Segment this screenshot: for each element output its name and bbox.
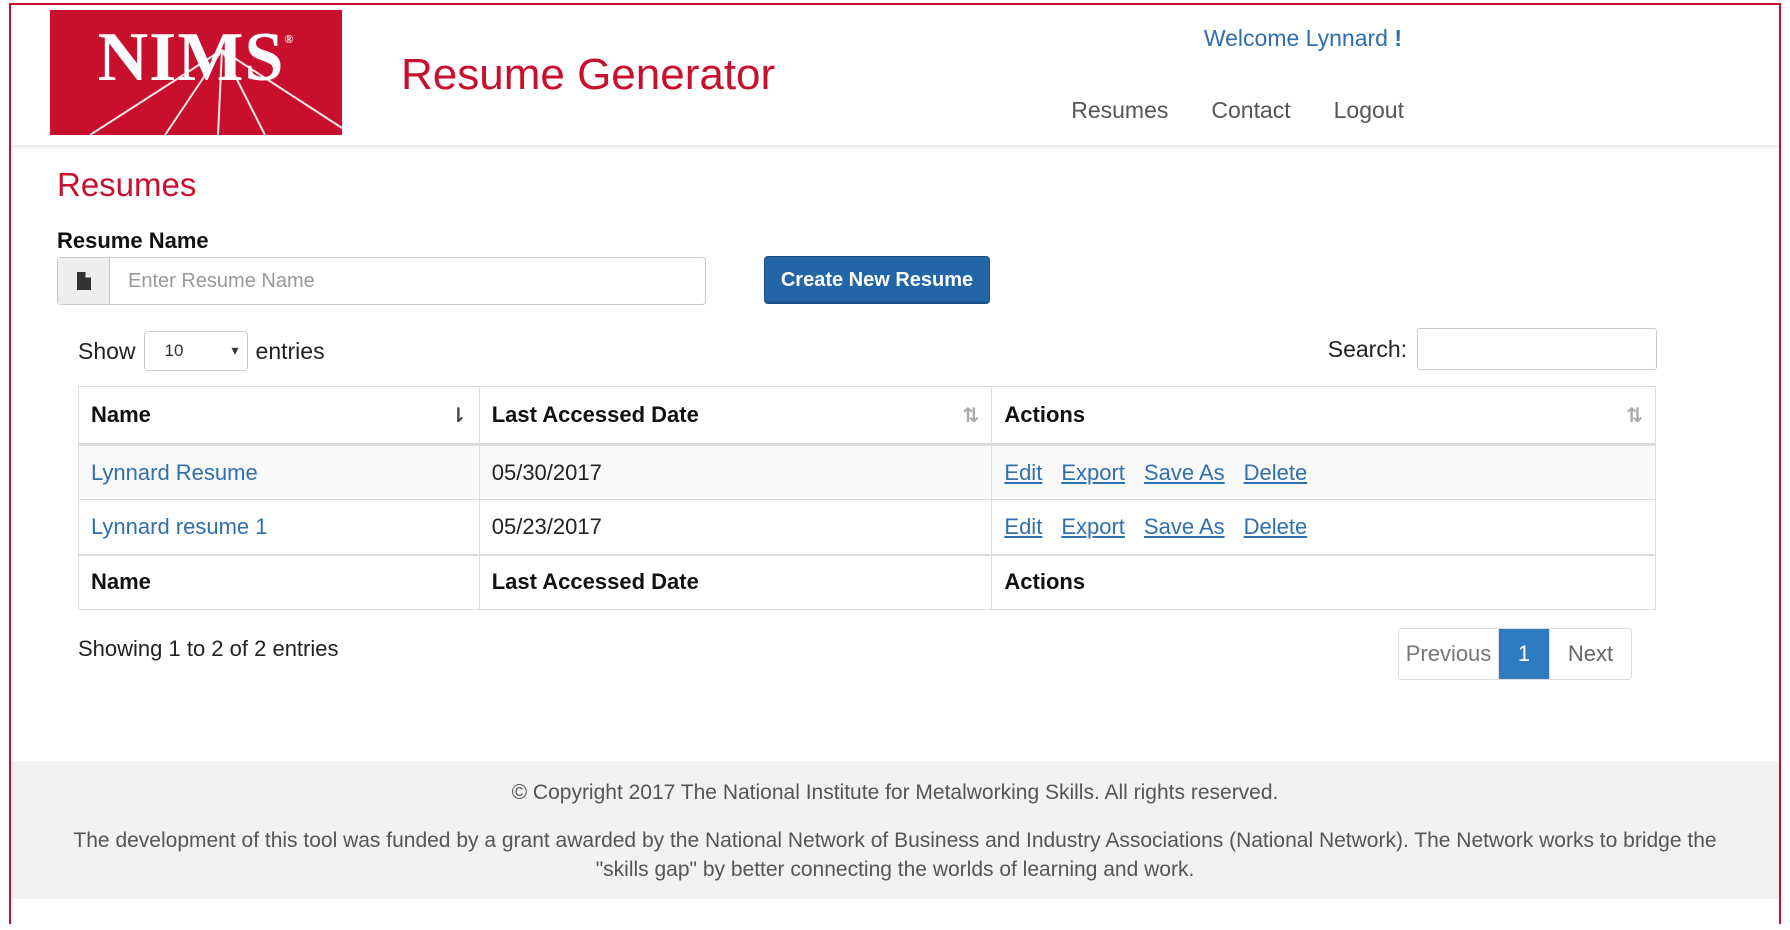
footer-column-actions: Actions [991, 553, 1656, 610]
nav-contact[interactable]: Contact [1211, 97, 1290, 124]
entries-label: entries [255, 337, 325, 364]
next-page-button[interactable]: Next [1549, 629, 1631, 679]
column-header-name[interactable]: Name ⇂ [78, 386, 480, 446]
main-nav: Resumes Contact Logout [1071, 97, 1404, 124]
save-as-link[interactable]: Save As [1144, 460, 1225, 485]
resume-link[interactable]: Lynnard Resume [91, 460, 258, 485]
footer-column-name: Name [78, 553, 480, 610]
delete-link[interactable]: Delete [1244, 514, 1308, 539]
table-search: Search: [1328, 328, 1657, 370]
table-footer-row: Name Last Accessed Date Actions [78, 553, 1656, 610]
table-row: Lynnard Resume 05/30/2017 Edit Export Save… [78, 444, 1656, 500]
previous-page-button[interactable]: Previous [1399, 629, 1499, 679]
table-info: Showing 1 to 2 of 2 entries [78, 636, 339, 661]
search-input[interactable] [1417, 328, 1657, 370]
row-actions-cell: Edit Export Save As Delete [991, 444, 1656, 500]
table-row: Lynnard resume 1 05/23/2017 Edit Export Sa… [78, 499, 1656, 555]
row-actions-cell: Edit Export Save As Delete [991, 499, 1656, 555]
export-link[interactable]: Export [1061, 514, 1125, 539]
resumes-table: Name ⇂ Last Accessed Date ⇅ Actions ⇅ Lynna… [78, 386, 1656, 610]
search-label: Search: [1327, 335, 1407, 362]
logo-wordmark: NIMS® [97, 19, 295, 96]
create-new-resume-button[interactable]: Create New Resume [764, 256, 990, 304]
row-name-cell: Lynnard Resume [78, 444, 480, 500]
resume-name-input-group [57, 257, 706, 305]
nims-logo[interactable]: NIMS® [50, 10, 342, 135]
nav-logout[interactable]: Logout [1334, 97, 1404, 124]
grant-text: The development of this tool was funded … [73, 829, 1717, 881]
page-title: Resumes [57, 166, 197, 203]
column-header-actions[interactable]: Actions ⇅ [991, 386, 1656, 446]
footer-column-last-accessed: Last Accessed Date [478, 553, 993, 610]
page-size-value: 10 [164, 341, 184, 360]
site-header: NIMS® Resume Generator Welcome Lynnard !… [11, 5, 1779, 145]
nav-resumes[interactable]: Resumes [1071, 97, 1168, 124]
file-icon [58, 258, 110, 304]
column-header-last-accessed[interactable]: Last Accessed Date ⇅ [478, 386, 993, 446]
caret-down-icon: ▾ [231, 342, 239, 358]
delete-link[interactable]: Delete [1244, 460, 1308, 485]
pagination: Previous 1 Next [1398, 628, 1632, 680]
row-date-cell: 05/23/2017 [478, 499, 993, 555]
row-name-cell: Lynnard resume 1 [78, 499, 480, 555]
page-size-select[interactable]: 10 ▾ [143, 331, 248, 371]
page-1-button[interactable]: 1 [1499, 629, 1549, 679]
resume-name-label: Resume Name [57, 228, 209, 253]
save-as-link[interactable]: Save As [1144, 514, 1225, 539]
sort-both-icon: ⇅ [1626, 405, 1643, 427]
welcome-message: Welcome Lynnard ! [1203, 25, 1402, 51]
edit-link[interactable]: Edit [1004, 514, 1042, 539]
app-title: Resume Generator [401, 50, 776, 99]
show-label: Show [78, 337, 136, 364]
export-link[interactable]: Export [1061, 460, 1125, 485]
resume-link[interactable]: Lynnard resume 1 [91, 514, 268, 539]
edit-link[interactable]: Edit [1004, 460, 1042, 485]
resume-name-input[interactable] [110, 258, 705, 304]
registered-mark: ® [284, 32, 295, 46]
page-size-control: Show 10 ▾ entries [78, 330, 325, 372]
row-date-cell: 05/30/2017 [478, 444, 993, 500]
copyright-text: © Copyright 2017 The National Institute … [511, 781, 1279, 804]
sort-both-icon: ⇅ [962, 405, 980, 427]
site-footer: © Copyright 2017 The National Institute … [11, 761, 1779, 899]
table-header-row: Name ⇂ Last Accessed Date ⇅ Actions ⇅ [78, 386, 1656, 446]
sort-ascending-icon: ⇂ [449, 405, 467, 427]
